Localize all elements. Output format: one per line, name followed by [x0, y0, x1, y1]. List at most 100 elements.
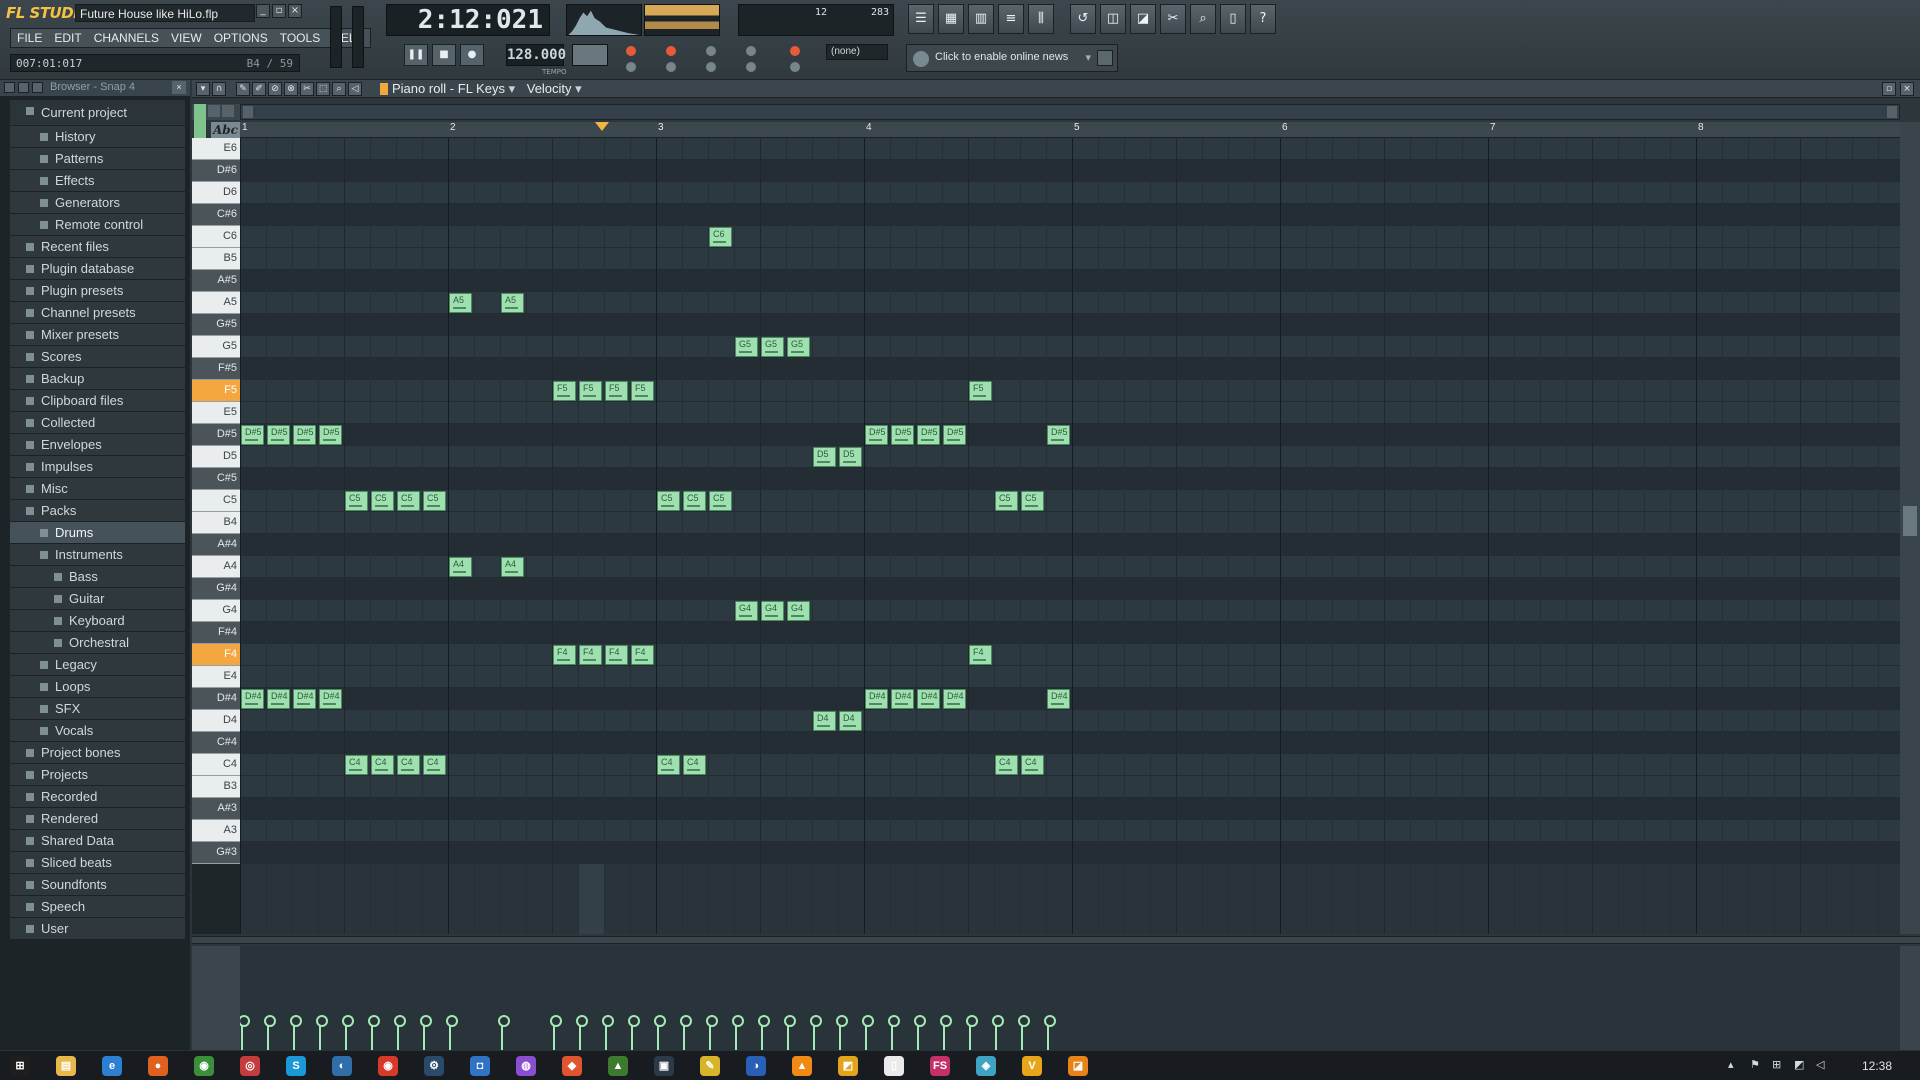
browser-item-clipboard-files[interactable]: Clipboard files	[10, 390, 185, 412]
scroll-thumb[interactable]	[1903, 506, 1917, 536]
taskbar-fs-icon[interactable]: FS	[930, 1056, 950, 1076]
snap-toggle[interactable]	[790, 62, 800, 72]
browser-item-shared-data[interactable]: Shared Data	[10, 830, 185, 852]
browser-item-channel-presets[interactable]: Channel presets	[10, 302, 185, 324]
piano-key[interactable]: C4	[192, 754, 240, 776]
browser-item-orchestral[interactable]: Orchestral	[10, 632, 185, 654]
note[interactable]: D#5	[293, 425, 316, 445]
vertical-scrollbar[interactable]	[1900, 122, 1920, 934]
taskbar-app21-icon[interactable]: ◈	[976, 1056, 996, 1076]
pattern-selector[interactable]: (none)	[826, 44, 888, 60]
master-pitch-slider[interactable]	[352, 6, 364, 68]
note-names-toggle[interactable]: Abc	[211, 122, 240, 138]
taskbar-start-icon[interactable]: ⊞	[10, 1056, 30, 1076]
typing-keyboard-toggle[interactable]	[626, 46, 636, 56]
note[interactable]: A5	[501, 293, 524, 313]
save-icon[interactable]: ◫	[1100, 4, 1126, 34]
browser-item-envelopes[interactable]: Envelopes	[10, 434, 185, 456]
note[interactable]: C5	[345, 491, 368, 511]
menu-channels[interactable]: CHANNELS	[88, 29, 165, 47]
metronome-toggle[interactable]	[790, 46, 800, 56]
search-icon[interactable]: ⌕	[1190, 4, 1216, 34]
browser-view-icon[interactable]	[18, 82, 29, 93]
note[interactable]: D#4	[865, 689, 888, 709]
note[interactable]: D#4	[241, 689, 264, 709]
browser-item-guitar[interactable]: Guitar	[10, 588, 185, 610]
browser-item-projects[interactable]: Projects	[10, 764, 185, 786]
piano-key[interactable]: E6	[192, 138, 240, 160]
menu-edit[interactable]: EDIT	[48, 29, 87, 47]
note[interactable]: C5	[423, 491, 446, 511]
browser-item-plugin-presets[interactable]: Plugin presets	[10, 280, 185, 302]
note[interactable]: A4	[501, 557, 524, 577]
browser-item-vocals[interactable]: Vocals	[10, 720, 185, 742]
step-sequencer-icon[interactable]: ▦	[938, 4, 964, 34]
piano-key[interactable]: G4	[192, 600, 240, 622]
note[interactable]: F4	[579, 645, 602, 665]
step-edit-toggle[interactable]	[626, 62, 636, 72]
note[interactable]: C5	[995, 491, 1018, 511]
note[interactable]: D4	[839, 711, 862, 731]
note[interactable]: C4	[423, 755, 446, 775]
note[interactable]: D#5	[241, 425, 264, 445]
piano-key[interactable]: F#5	[192, 358, 240, 380]
note[interactable]: F4	[553, 645, 576, 665]
note[interactable]: D4	[813, 711, 836, 731]
note[interactable]: F5	[553, 381, 576, 401]
piano-key[interactable]: G5	[192, 336, 240, 358]
zoom-icon[interactable]: ⌕	[332, 82, 346, 96]
note[interactable]: D#4	[943, 689, 966, 709]
maximize-button[interactable]: ▫	[272, 4, 286, 18]
browser-icon[interactable]: ≡	[998, 4, 1024, 34]
wait-for-input-toggle[interactable]	[666, 46, 676, 56]
note[interactable]: C4	[683, 755, 706, 775]
browser-item-generators[interactable]: Generators	[10, 192, 185, 214]
paint-icon[interactable]: ✐	[252, 82, 266, 96]
edit-mode-icon[interactable]	[222, 105, 234, 117]
piano-key[interactable]: G#5	[192, 314, 240, 336]
piano-key[interactable]: D4	[192, 710, 240, 732]
help-icon[interactable]: ?	[1250, 4, 1276, 34]
taskbar-firefox-icon[interactable]: ●	[148, 1056, 168, 1076]
stop-button[interactable]: ■	[432, 44, 456, 66]
note[interactable]: D#4	[917, 689, 940, 709]
browser-item-sliced-beats[interactable]: Sliced beats	[10, 852, 185, 874]
piano-key[interactable]: B5	[192, 248, 240, 270]
taskbar-steam-icon[interactable]: ⚙	[424, 1056, 444, 1076]
piano-key[interactable]: C#4	[192, 732, 240, 754]
piano-key[interactable]: D#5	[192, 424, 240, 446]
note[interactable]: F4	[969, 645, 992, 665]
taskbar-app12-icon[interactable]: ◆	[562, 1056, 582, 1076]
note[interactable]: D#4	[319, 689, 342, 709]
timeline-ruler[interactable]: 1 2 3 4 5 6 7 8	[240, 122, 1900, 138]
taskbar-app10-icon[interactable]: ◘	[470, 1056, 490, 1076]
browser-item-soundfonts[interactable]: Soundfonts	[10, 874, 185, 896]
note[interactable]: D#4	[267, 689, 290, 709]
scroll-right-icon[interactable]	[1887, 106, 1897, 118]
menu-options[interactable]: OPTIONS	[208, 29, 274, 47]
note[interactable]: D#5	[319, 425, 342, 445]
settings-icon[interactable]: ✂	[1160, 4, 1186, 34]
playhead-marker[interactable]	[595, 122, 609, 131]
note[interactable]: G4	[735, 601, 758, 621]
menu-view[interactable]: VIEW	[165, 29, 208, 47]
browser-item-backup[interactable]: Backup	[10, 368, 185, 390]
taskbar-app5-icon[interactable]: ◎	[240, 1056, 260, 1076]
note[interactable]: C4	[995, 755, 1018, 775]
menu-icon[interactable]: ▾	[196, 82, 210, 96]
note[interactable]: F5	[631, 381, 654, 401]
note[interactable]: G4	[787, 601, 810, 621]
note[interactable]: F5	[605, 381, 628, 401]
flag-icon[interactable]: ⚑	[1750, 1059, 1762, 1071]
piano-key[interactable]: C#6	[192, 204, 240, 226]
note[interactable]: C5	[397, 491, 420, 511]
taskbar-skype-icon[interactable]: S	[286, 1056, 306, 1076]
piano-key[interactable]: C5	[192, 490, 240, 512]
taskbar-app11-icon[interactable]: ◍	[516, 1056, 536, 1076]
note[interactable]: F4	[631, 645, 654, 665]
taskbar-app7-icon[interactable]: ◐	[332, 1056, 352, 1076]
piano-key[interactable]: A#4	[192, 534, 240, 556]
note[interactable]: C4	[657, 755, 680, 775]
browser-item-instruments[interactable]: Instruments	[10, 544, 185, 566]
browser-item-plugin-database[interactable]: Plugin database	[10, 258, 185, 280]
